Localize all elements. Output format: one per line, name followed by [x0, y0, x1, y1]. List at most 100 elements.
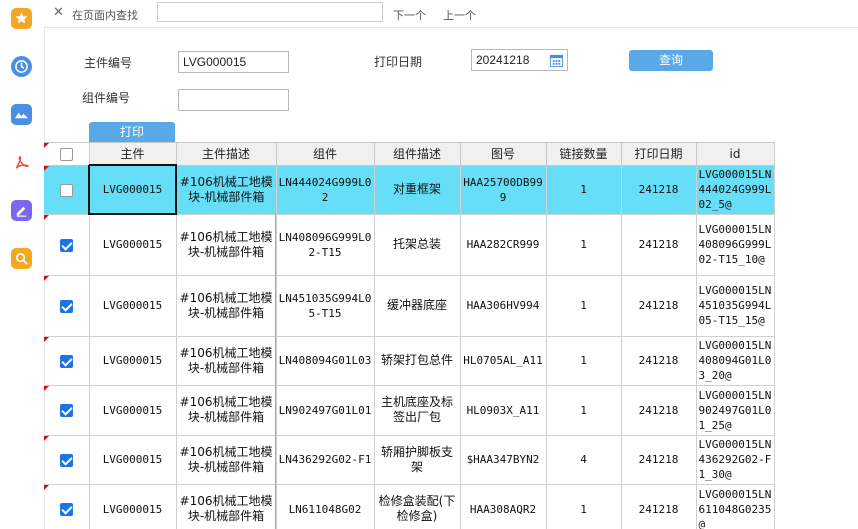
cell-id[interactable]: LVG000015LN451035G994L05-T15_15@ — [695, 274, 775, 337]
cell-comp-desc[interactable]: 对重框架 — [373, 164, 461, 215]
star-icon[interactable] — [11, 8, 32, 29]
find-input[interactable] — [157, 2, 383, 22]
cell-comp-desc[interactable]: 检修盒装配(下检修盒) — [373, 483, 461, 529]
cell-comp[interactable]: LN902497G01L01 — [275, 384, 375, 436]
cell-qty[interactable]: 1 — [545, 483, 622, 529]
cell-date[interactable]: 241218 — [620, 274, 697, 337]
header-date[interactable]: 打印日期 — [620, 142, 697, 166]
cell-comp[interactable]: LN408096G999L02-T15 — [275, 213, 375, 276]
header-drawing[interactable]: 图号 — [459, 142, 547, 166]
row-select-cell[interactable] — [44, 164, 90, 215]
find-prev-button[interactable]: 上一个 — [443, 7, 476, 23]
cell-qty[interactable]: 1 — [545, 213, 622, 276]
cell-date[interactable]: 241218 — [620, 213, 697, 276]
calendar-icon[interactable] — [545, 50, 567, 70]
header-id[interactable]: id — [695, 142, 775, 166]
cell-drawing[interactable]: HAA306HV994 — [459, 274, 547, 337]
clock-icon[interactable] — [11, 56, 32, 77]
header-qty[interactable]: 链接数量 — [545, 142, 622, 166]
cell-qty[interactable]: 4 — [545, 434, 622, 485]
cell-main[interactable]: LVG000015 — [88, 384, 177, 436]
cell-main[interactable]: LVG000015 — [88, 213, 177, 276]
row-checkbox[interactable] — [59, 453, 73, 467]
cell-comp-desc[interactable]: 轿架打包总件 — [373, 335, 461, 386]
cell-drawing[interactable]: HAA25700DB999 — [459, 164, 547, 215]
close-icon[interactable]: ✕ — [53, 5, 64, 20]
cell-comp-desc[interactable]: 缓冲器底座 — [373, 274, 461, 337]
query-button[interactable]: 查询 — [629, 50, 713, 71]
cell-id[interactable]: LVG000015LN611048G0235@ — [695, 483, 775, 529]
table-row[interactable]: LVG000015 #106机械工地模块-机械部件箱 LN408094G01L03 轿… — [44, 335, 775, 386]
row-checkbox[interactable] — [59, 299, 73, 313]
cell-main[interactable]: LVG000015 — [88, 335, 177, 386]
row-select-cell[interactable] — [44, 274, 90, 337]
table-row[interactable]: LVG000015 #106机械工地模块-机械部件箱 LN611048G02 检修盒装… — [44, 483, 775, 529]
select-all-cell[interactable] — [44, 142, 90, 166]
cell-drawing[interactable]: HAA308AQR2 — [459, 483, 547, 529]
table-row[interactable]: LVG000015 #106机械工地模块-机械部件箱 LN444024G999L02… — [44, 164, 775, 215]
cell-qty[interactable]: 1 — [545, 384, 622, 436]
row-select-cell[interactable] — [44, 213, 90, 276]
cell-date[interactable]: 241218 — [620, 335, 697, 386]
row-checkbox[interactable] — [59, 183, 73, 197]
find-next-button[interactable]: 下一个 — [393, 7, 426, 23]
search-icon[interactable] — [11, 248, 32, 269]
row-checkbox[interactable] — [59, 503, 73, 516]
cell-drawing[interactable]: HAA282CR999 — [459, 213, 547, 276]
cell-comp-desc[interactable]: 主机底座及标签出厂包 — [373, 384, 461, 436]
cell-id[interactable]: LVG000015LN444024G999L02_5@ — [695, 164, 775, 215]
cell-qty[interactable]: 1 — [545, 164, 622, 215]
cell-main-desc[interactable]: #106机械工地模块-机械部件箱 — [175, 434, 277, 485]
print-button[interactable]: 打印 — [89, 122, 175, 142]
cell-date[interactable]: 241218 — [620, 384, 697, 436]
cell-main[interactable]: LVG000015 — [88, 164, 177, 215]
row-checkbox[interactable] — [59, 238, 73, 252]
edit-icon[interactable] — [11, 200, 32, 221]
table-row[interactable]: LVG000015 #106机械工地模块-机械部件箱 LN451035G994L05… — [44, 274, 775, 337]
cell-drawing[interactable]: HL0903X_A11 — [459, 384, 547, 436]
main-no-input[interactable] — [178, 51, 289, 73]
cell-date[interactable]: 241218 — [620, 434, 697, 485]
cell-qty[interactable]: 1 — [545, 274, 622, 337]
row-select-cell[interactable] — [44, 335, 90, 386]
cell-main-desc[interactable]: #106机械工地模块-机械部件箱 — [175, 164, 277, 215]
cell-qty[interactable]: 1 — [545, 335, 622, 386]
pdf-icon[interactable] — [11, 152, 32, 173]
cell-id[interactable]: LVG000015LN408096G999L02-T15_10@ — [695, 213, 775, 276]
table-row[interactable]: LVG000015 #106机械工地模块-机械部件箱 LN436292G02-F1 轿… — [44, 434, 775, 485]
cell-comp[interactable]: LN408094G01L03 — [275, 335, 375, 386]
row-select-cell[interactable] — [44, 434, 90, 485]
comp-no-input[interactable] — [178, 89, 289, 111]
select-all-checkbox[interactable] — [59, 147, 73, 161]
row-checkbox[interactable] — [59, 404, 73, 417]
cell-main[interactable]: LVG000015 — [88, 483, 177, 529]
cell-drawing[interactable]: $HAA347BYN2 — [459, 434, 547, 485]
header-comp-desc[interactable]: 组件描述 — [373, 142, 461, 166]
cell-main[interactable]: LVG000015 — [88, 434, 177, 485]
cell-id[interactable]: LVG000015LN436292G02-F1_30@ — [695, 434, 775, 485]
header-comp[interactable]: 组件 — [275, 142, 375, 166]
cell-date[interactable]: 241218 — [620, 164, 697, 215]
cell-id[interactable]: LVG000015LN408094G01L03_20@ — [695, 335, 775, 386]
cell-date[interactable]: 241218 — [620, 483, 697, 529]
cell-main[interactable]: LVG000015 — [88, 274, 177, 337]
cell-main-desc[interactable]: #106机械工地模块-机械部件箱 — [175, 335, 277, 386]
cell-comp[interactable]: LN451035G994L05-T15 — [275, 274, 375, 337]
cell-main-desc[interactable]: #106机械工地模块-机械部件箱 — [175, 384, 277, 436]
row-select-cell[interactable] — [44, 483, 90, 529]
cell-drawing[interactable]: HL0705AL_A11 — [459, 335, 547, 386]
row-select-cell[interactable] — [44, 384, 90, 436]
cell-comp[interactable]: LN444024G999L02 — [275, 164, 375, 215]
header-main[interactable]: 主件 — [88, 142, 177, 166]
cell-comp-desc[interactable]: 托架总装 — [373, 213, 461, 276]
table-row[interactable]: LVG000015 #106机械工地模块-机械部件箱 LN902497G01L01 主… — [44, 384, 775, 436]
cell-main-desc[interactable]: #106机械工地模块-机械部件箱 — [175, 274, 277, 337]
row-checkbox[interactable] — [59, 354, 73, 368]
cell-comp-desc[interactable]: 轿厢护脚板支架 — [373, 434, 461, 485]
table-row[interactable]: LVG000015 #106机械工地模块-机械部件箱 LN408096G999L02… — [44, 213, 775, 276]
cell-comp[interactable]: LN436292G02-F1 — [275, 434, 375, 485]
cell-id[interactable]: LVG000015LN902497G01L01_25@ — [695, 384, 775, 436]
cell-main-desc[interactable]: #106机械工地模块-机械部件箱 — [175, 483, 277, 529]
cell-main-desc[interactable]: #106机械工地模块-机械部件箱 — [175, 213, 277, 276]
header-main-desc[interactable]: 主件描述 — [175, 142, 277, 166]
